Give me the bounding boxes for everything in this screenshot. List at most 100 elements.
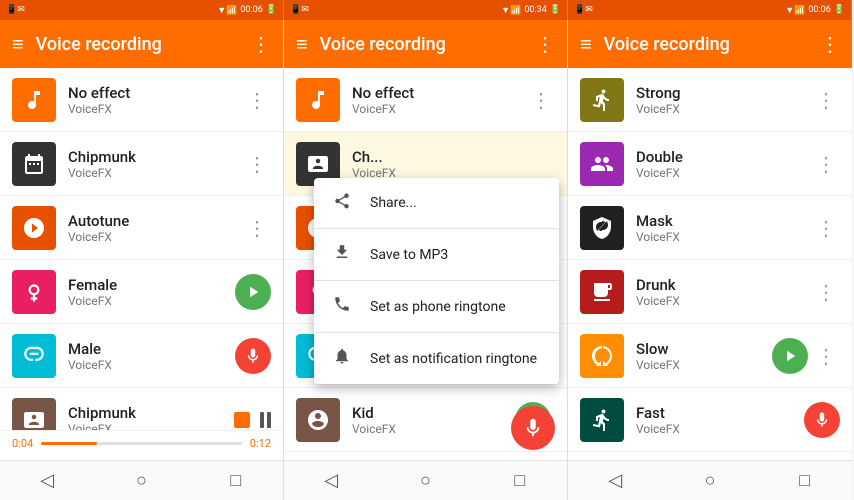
play-fab[interactable] xyxy=(235,274,271,310)
item-sub: VoiceFX xyxy=(636,166,812,180)
nav-bar-2: ◁ ○ □ xyxy=(284,460,567,500)
item-name: Mask xyxy=(636,212,812,230)
item-name: Ch... xyxy=(352,148,555,166)
item-name: No effect xyxy=(68,84,243,102)
item-sub: VoiceFX xyxy=(68,358,235,372)
hamburger-icon-1[interactable]: ≡ xyxy=(12,32,24,57)
item-sub: VoiceFX xyxy=(636,230,812,244)
list-item[interactable]: Fast VoiceFX xyxy=(568,388,852,452)
item-info: Ch... VoiceFX xyxy=(352,148,555,180)
list-item[interactable]: No effect VoiceFX ⋮ xyxy=(0,68,283,132)
more-icon-3[interactable]: ⋮ xyxy=(820,32,840,56)
more-button[interactable]: ⋮ xyxy=(812,276,840,308)
item-name: Autotune xyxy=(68,212,243,230)
recents-button-2[interactable]: □ xyxy=(473,461,567,500)
pause-button[interactable] xyxy=(260,412,271,428)
item-name: Chipmunk xyxy=(68,404,234,422)
play-fab[interactable] xyxy=(772,338,808,374)
signal-icon-1: ▼📶 xyxy=(217,5,237,16)
record-fab[interactable] xyxy=(235,338,271,374)
battery-icon-1: 🔋 xyxy=(266,5,277,15)
item-name: Double xyxy=(636,148,812,166)
item-info: Autotune VoiceFX xyxy=(68,212,243,244)
more-icon-2[interactable]: ⋮ xyxy=(535,32,555,56)
status-left-icons-2: 📱✉ xyxy=(290,5,309,15)
more-button[interactable]: ⋮ xyxy=(812,340,840,372)
home-button-3[interactable]: ○ xyxy=(663,461,758,500)
more-button[interactable]: ⋮ xyxy=(812,212,840,244)
status-bars: 📱✉ ▼📶 00:06 🔋 📱✉ ▼📶 00:34 🔋 📱✉ ▼📶 00:06 … xyxy=(0,0,854,20)
more-button[interactable]: ⋮ xyxy=(812,84,840,116)
record-fab-panel2[interactable] xyxy=(511,406,555,450)
context-menu-share[interactable]: Share... xyxy=(314,178,559,228)
list-item[interactable]: Strong VoiceFX ⋮ xyxy=(568,68,852,132)
item-thumb xyxy=(580,334,624,378)
item-info: No effect VoiceFX xyxy=(352,84,527,116)
hamburger-icon-2[interactable]: ≡ xyxy=(296,32,308,57)
list-item[interactable]: Slow VoiceFX ⋮ xyxy=(568,324,852,388)
more-button[interactable]: ⋮ xyxy=(243,148,271,180)
status-bar-panel-1: 📱✉ ▼📶 00:06 🔋 xyxy=(0,0,284,20)
panel-2: ≡ Voice recording ⋮ No effect VoiceFX ⋮ xyxy=(284,20,568,500)
list-item[interactable]: Chipmunk VoiceFX ⋮ xyxy=(0,132,283,196)
recording-list-1: No effect VoiceFX ⋮ Chipmunk VoiceFX ⋮ xyxy=(0,68,283,430)
context-menu-set-notification[interactable]: Set as notification ringtone xyxy=(314,333,559,384)
list-item[interactable]: Male VoiceFX xyxy=(0,324,283,388)
progress-track[interactable] xyxy=(41,442,242,445)
item-sub: VoiceFX xyxy=(68,294,235,308)
item-info: Kid VoiceFX xyxy=(352,404,515,436)
item-info: Strong VoiceFX xyxy=(636,84,812,116)
back-button-2[interactable]: ◁ xyxy=(284,461,378,500)
time-total: 0:12 xyxy=(250,437,271,450)
item-info: Mask VoiceFX xyxy=(636,212,812,244)
more-button[interactable]: ⋮ xyxy=(812,148,840,180)
list-item[interactable]: No effect VoiceFX ⋮ xyxy=(284,68,567,132)
status-right-2: ▼📶 00:34 🔋 xyxy=(501,5,561,16)
home-button-2[interactable]: ○ xyxy=(378,461,472,500)
list-item[interactable]: Drunk VoiceFX ⋮ xyxy=(568,260,852,324)
notification-icon xyxy=(330,347,354,370)
app-bar-2: ≡ Voice recording ⋮ xyxy=(284,20,567,68)
back-button-3[interactable]: ◁ xyxy=(568,461,663,500)
item-thumb xyxy=(12,142,56,186)
list-item[interactable]: Autotune VoiceFX ⋮ xyxy=(0,196,283,260)
item-info: Male VoiceFX xyxy=(68,340,235,372)
item-info: Slow VoiceFX xyxy=(636,340,772,372)
recents-button-3[interactable]: □ xyxy=(757,461,852,500)
stop-button[interactable] xyxy=(234,412,250,428)
context-menu-notification-label: Set as notification ringtone xyxy=(370,351,537,367)
hamburger-icon-3[interactable]: ≡ xyxy=(580,32,592,57)
panel-3: ≡ Voice recording ⋮ Strong VoiceFX ⋮ xyxy=(568,20,852,500)
time-2: 00:34 xyxy=(524,5,546,15)
more-button[interactable]: ⋮ xyxy=(527,84,555,116)
item-thumb xyxy=(296,398,340,442)
record-fab[interactable] xyxy=(804,402,840,438)
list-item-playing[interactable]: Chipmunk VoiceFX xyxy=(0,388,283,430)
list-item[interactable]: Double VoiceFX ⋮ xyxy=(568,132,852,196)
more-button[interactable]: ⋮ xyxy=(243,212,271,244)
item-sub: VoiceFX xyxy=(68,166,243,180)
recents-button-1[interactable]: □ xyxy=(189,461,283,500)
context-menu-set-ringtone[interactable]: Set as phone ringtone xyxy=(314,281,559,332)
item-thumb xyxy=(580,270,624,314)
item-name: Kid xyxy=(352,404,515,422)
more-icon-1[interactable]: ⋮ xyxy=(251,32,271,56)
app-bar-3: ≡ Voice recording ⋮ xyxy=(568,20,852,68)
progress-fill xyxy=(41,442,97,445)
item-thumb xyxy=(296,78,340,122)
context-menu: Share... Save to MP3 Set as phone ringto… xyxy=(314,178,559,384)
more-button[interactable]: ⋮ xyxy=(243,84,271,116)
list-item[interactable]: Female VoiceFX xyxy=(0,260,283,324)
context-menu-save-mp3[interactable]: Save to MP3 xyxy=(314,229,559,280)
item-info: Fast VoiceFX xyxy=(636,404,804,436)
item-thumb xyxy=(12,334,56,378)
item-thumb xyxy=(12,398,56,431)
status-right-1: ▼📶 00:06 🔋 xyxy=(217,5,277,16)
panel-1: ≡ Voice recording ⋮ No effect VoiceFX ⋮ xyxy=(0,20,284,500)
back-button-1[interactable]: ◁ xyxy=(0,461,94,500)
home-button-1[interactable]: ○ xyxy=(94,461,188,500)
progress-bar-container: 0:04 0:12 xyxy=(12,437,271,450)
item-info: Chipmunk VoiceFX xyxy=(68,148,243,180)
item-sub: VoiceFX xyxy=(636,422,804,436)
list-item[interactable]: Mask VoiceFX ⋮ xyxy=(568,196,852,260)
